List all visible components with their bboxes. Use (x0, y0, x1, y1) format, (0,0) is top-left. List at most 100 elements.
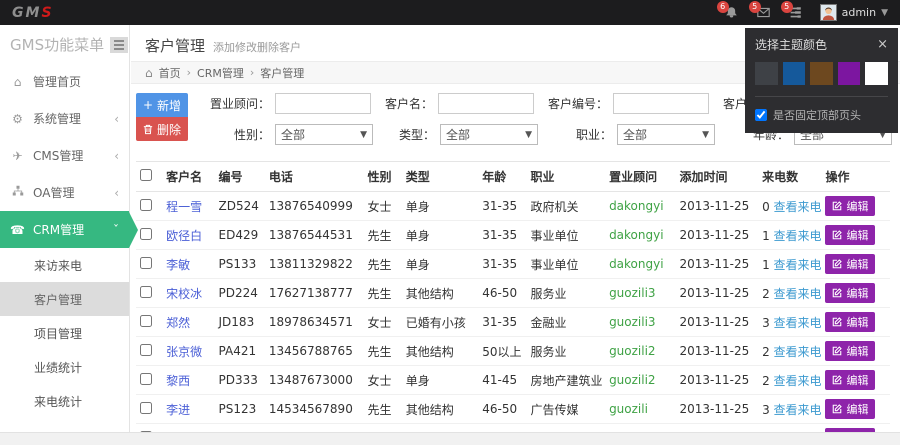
row-checkbox[interactable] (140, 344, 152, 356)
sidebar-item-label: CRM管理 (33, 221, 105, 238)
table-row: 张一易 PD120 13987654356 先生 单身 36-40 金融业 gu… (136, 424, 890, 433)
header-type: 类型 (402, 162, 479, 192)
sidebar-header: GMS功能菜单 (0, 25, 129, 63)
breadcrumb-crm-link[interactable]: CRM管理 (197, 67, 244, 80)
add-button[interactable]: +新增 (136, 93, 188, 117)
customer-consultant: guozili2 (605, 337, 675, 366)
customer-age: 50以上 (478, 337, 526, 366)
view-calls-link[interactable]: 查看来电 (774, 200, 822, 214)
row-checkbox[interactable] (140, 402, 152, 414)
call-count: 3 (762, 403, 770, 417)
submenu-label: 来访来电 (34, 257, 82, 274)
customer-age: 31-35 (478, 192, 526, 221)
select-all-checkbox[interactable] (140, 169, 152, 181)
consultant-input[interactable] (275, 93, 371, 114)
hamburger-icon[interactable] (110, 37, 128, 53)
view-calls-link[interactable]: 查看来电 (774, 374, 822, 388)
customer-name-link[interactable]: 程一雪 (166, 200, 202, 214)
tasks-button[interactable]: 5 (788, 5, 804, 21)
gender-select[interactable]: 全部▼ (275, 124, 373, 145)
customer-type: 其他结构 (402, 279, 479, 308)
customer-phone: 13811329822 (265, 250, 364, 279)
sidebar-item-system[interactable]: ⚙ 系统管理 ‹ (0, 100, 129, 137)
customer-code-input[interactable] (613, 93, 709, 114)
customer-name-link[interactable]: 宋校冰 (166, 287, 202, 301)
close-icon[interactable]: × (877, 37, 888, 52)
customer-name-link[interactable]: 黎西 (166, 374, 190, 388)
row-checkbox[interactable] (140, 286, 152, 298)
edit-button[interactable]: 编辑 (825, 283, 875, 303)
type-select[interactable]: 全部▼ (440, 124, 538, 145)
user-menu[interactable]: admin ▼ (820, 4, 888, 21)
row-checkbox[interactable] (140, 257, 152, 269)
sidebar-subitem-customers[interactable]: 客户管理 (0, 282, 129, 316)
messages-button[interactable]: 5 (756, 5, 772, 21)
customer-name-link[interactable]: 郑然 (166, 316, 190, 330)
customer-name-link[interactable]: 欧径白 (166, 229, 202, 243)
table-row: 郑然 JD183 18978634571 女士 已婚有小孩 31-35 金融业 … (136, 308, 890, 337)
customer-name-input[interactable] (438, 93, 534, 114)
edit-button[interactable]: 编辑 (825, 341, 875, 361)
customer-occupation: 服务业 (527, 279, 606, 308)
header-phone: 电话 (265, 162, 364, 192)
customer-added-date: 2013-11-25 (676, 192, 759, 221)
table-row: 程一雪 ZD524 13876540999 女士 单身 31-35 政府机关 d… (136, 192, 890, 221)
theme-swatch[interactable] (810, 62, 833, 85)
customer-code: PD333 (215, 366, 265, 395)
sidebar-item-cms[interactable]: ✈ CMS管理 ‹ (0, 137, 129, 174)
row-checkbox[interactable] (140, 315, 152, 327)
view-calls-link[interactable]: 查看来电 (774, 229, 822, 243)
notifications-button[interactable]: 6 (724, 5, 740, 21)
edit-icon (832, 201, 842, 211)
theme-panel: 选择主题颜色 × 是否固定顶部页头 (745, 28, 898, 133)
customer-added-date: 2013-11-25 (676, 395, 759, 424)
delete-button[interactable]: 删除 (136, 117, 188, 141)
edit-button[interactable]: 编辑 (825, 312, 875, 332)
occupation-select[interactable]: 全部▼ (617, 124, 715, 145)
edit-button[interactable]: 编辑 (825, 196, 875, 216)
header-added-date: 添加时间 (676, 162, 759, 192)
view-calls-link[interactable]: 查看来电 (774, 316, 822, 330)
edit-button[interactable]: 编辑 (825, 399, 875, 419)
row-checkbox[interactable] (140, 228, 152, 240)
view-calls-link[interactable]: 查看来电 (774, 258, 822, 272)
fix-header-checkbox[interactable] (755, 109, 767, 121)
customer-occupation: 事业单位 (527, 221, 606, 250)
sidebar-item-crm[interactable]: ☎ CRM管理 ˇ (0, 211, 129, 248)
view-calls-link[interactable]: 查看来电 (774, 345, 822, 359)
customer-code: PS123 (215, 395, 265, 424)
customer-name-link[interactable]: 张京微 (166, 345, 202, 359)
sidebar-subitem-performance[interactable]: 业绩统计 (0, 350, 129, 384)
customer-name-link[interactable]: 李敏 (166, 258, 190, 272)
view-calls-link[interactable]: 查看来电 (774, 403, 822, 417)
customer-name-link[interactable]: 李进 (166, 403, 190, 417)
edit-button[interactable]: 编辑 (825, 225, 875, 245)
customer-table-wrap: 客户名 编号 电话 性别 类型 年龄 职业 置业顾问 添加时间 来电数 操作 (131, 161, 900, 432)
row-checkbox[interactable] (140, 199, 152, 211)
theme-swatch[interactable] (865, 62, 888, 85)
row-checkbox[interactable] (140, 373, 152, 385)
customer-type: 其他结构 (402, 337, 479, 366)
customer-age: 41-45 (478, 366, 526, 395)
sidebar-item-home[interactable]: ⌂ 管理首页 (0, 63, 129, 100)
customer-age: 46-50 (478, 395, 526, 424)
customer-gender: 女士 (363, 192, 401, 221)
edit-button[interactable]: 编辑 (825, 254, 875, 274)
breadcrumb-home-link[interactable]: 首页 (159, 67, 181, 80)
sidebar-subitem-visits-calls[interactable]: 来访来电 (0, 248, 129, 282)
table-row: 李敏 PS133 13811329822 先生 单身 31-35 事业单位 da… (136, 250, 890, 279)
customer-added-date: 2013-11-25 (676, 279, 759, 308)
theme-swatch[interactable] (755, 62, 778, 85)
chevron-left-icon: ‹ (114, 112, 119, 126)
avatar (820, 4, 837, 21)
sidebar-subitem-projects[interactable]: 项目管理 (0, 316, 129, 350)
view-calls-link[interactable]: 查看来电 (774, 287, 822, 301)
theme-swatch[interactable] (783, 62, 806, 85)
notification-badge: 6 (717, 1, 729, 13)
edit-button[interactable]: 编辑 (825, 370, 875, 390)
theme-swatch[interactable] (838, 62, 861, 85)
edit-icon (832, 230, 842, 240)
sidebar-item-oa[interactable]: OA管理 ‹ (0, 174, 129, 211)
sidebar-subitem-call-stats[interactable]: 来电统计 (0, 384, 129, 418)
customer-phone: 13987654356 (265, 424, 364, 433)
